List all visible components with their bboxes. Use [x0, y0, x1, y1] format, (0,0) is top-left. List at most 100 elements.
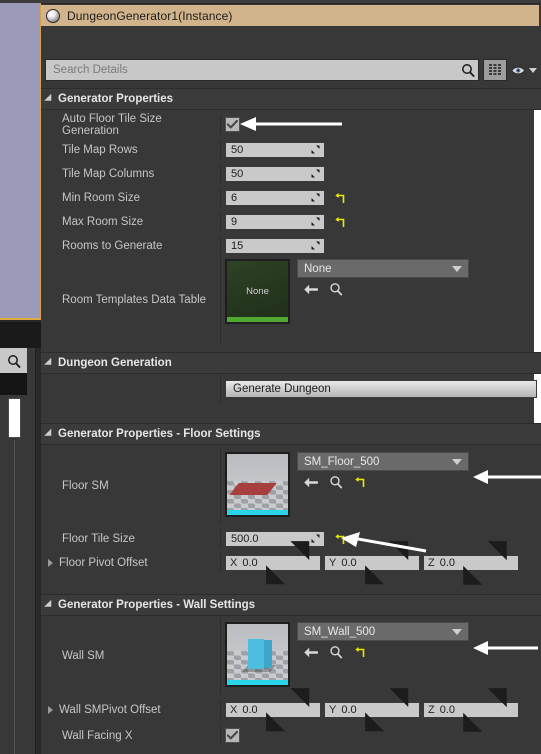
asset-picker-actions: [297, 471, 469, 493]
thumbnail-room-templates-data-table[interactable]: None: [225, 259, 290, 324]
use-selected-asset-icon[interactable]: [303, 476, 318, 489]
generate-dungeon-label: Generate Dungeon: [233, 383, 331, 395]
visibility-button[interactable]: [511, 59, 537, 81]
spinner-arrows-icon: [311, 241, 320, 250]
thumbnail-wall-mesh: [247, 638, 264, 670]
category-floor-settings[interactable]: Generator Properties - Floor Settings: [41, 423, 541, 445]
reset-to-default-icon[interactable]: [334, 216, 345, 228]
reset-to-default-icon[interactable]: [354, 476, 365, 488]
value-rooms-to-generate: 15: [231, 239, 244, 252]
row-rooms-to-generate: Rooms to Generate 15: [41, 236, 541, 255]
combo-value: SM_Floor_500: [304, 455, 380, 468]
label-tile-map-columns: Tile Map Columns: [41, 164, 221, 183]
axis-label-z: Z: [428, 703, 435, 716]
search-icon: [462, 64, 475, 77]
input-wall-sm-pivot-offset-y[interactable]: Y 0.0: [324, 687, 420, 732]
checkbox-auto-floor-tile-size-generation[interactable]: [225, 117, 240, 132]
thumbnail-wall-sm[interactable]: [225, 622, 290, 687]
category-dungeon-generation[interactable]: Dungeon Generation: [41, 352, 541, 374]
label-floor-pivot-offset-container[interactable]: Floor Pivot Offset: [41, 553, 221, 572]
search-input[interactable]: Search Details: [45, 59, 479, 81]
value-floor-pivot-offset-y: 0.0: [341, 556, 357, 569]
label-wall-sm-pivot-offset: Wall SMPivot Offset: [59, 703, 161, 716]
value-wall-sm-pivot-offset-y: 0.0: [341, 703, 357, 716]
row-tile-map-columns: Tile Map Columns 50: [41, 164, 541, 183]
category-label: Generator Properties - Floor Settings: [58, 428, 261, 440]
category-generator-properties[interactable]: Generator Properties: [41, 88, 541, 110]
label-min-room-size: Min Room Size: [41, 188, 221, 207]
label-wall-sm-pivot-offset-container[interactable]: Wall SMPivot Offset: [41, 700, 221, 719]
combo-room-templates-data-table[interactable]: None: [297, 259, 469, 278]
row-wall-facing-x: Wall Facing X: [41, 726, 541, 745]
grid-view-icon: [488, 63, 501, 75]
row-floor-sm: Floor SM SM_Floor_500: [41, 448, 541, 524]
eye-icon: [511, 66, 526, 74]
reset-to-default-icon[interactable]: [334, 533, 345, 545]
browse-to-asset-icon[interactable]: [329, 645, 343, 659]
browse-to-asset-icon[interactable]: [329, 282, 343, 296]
spinner-arrows-icon: [311, 193, 320, 202]
asset-picker-wall-sm: SM_Wall_500: [297, 622, 469, 663]
label-wall-facing-x: Wall Facing X: [41, 726, 221, 745]
input-tile-map-columns[interactable]: 50: [225, 165, 325, 182]
input-wall-sm-pivot-offset-x[interactable]: X 0.0: [225, 687, 321, 732]
label-rooms-to-generate: Rooms to Generate: [41, 236, 221, 255]
input-min-room-size[interactable]: 6: [225, 189, 325, 206]
generate-dungeon-button[interactable]: Generate Dungeon: [225, 380, 537, 398]
expand-triangle-icon: [44, 93, 55, 105]
thumbnail-floor-sm[interactable]: [225, 452, 290, 517]
label-floor-sm: Floor SM: [41, 448, 221, 524]
row-room-templates-data-table: Room Templates Data Table None None: [41, 256, 541, 344]
expand-triangle-icon: [44, 428, 55, 440]
value-wall-sm-pivot-offset-x: 0.0: [242, 703, 258, 716]
checkbox-wall-facing-x[interactable]: [225, 728, 240, 743]
details-panel-screenshot: DungeonGenerator1(Instance) Search Detai…: [0, 0, 541, 754]
left-black-strip: [0, 373, 27, 395]
category-wall-settings[interactable]: Generator Properties - Wall Settings: [41, 594, 541, 616]
browse-to-asset-icon[interactable]: [329, 475, 343, 489]
reset-to-default-icon[interactable]: [334, 192, 345, 204]
category-label: Generator Properties - Wall Settings: [58, 599, 256, 611]
input-max-room-size[interactable]: 9: [225, 213, 325, 230]
asset-picker-actions: [297, 641, 469, 663]
grid-view-button[interactable]: [483, 59, 507, 81]
combo-floor-sm[interactable]: SM_Floor_500: [297, 452, 469, 471]
input-floor-pivot-offset-x[interactable]: X 0.0: [225, 540, 321, 585]
check-icon: [227, 120, 238, 129]
input-rooms-to-generate[interactable]: 15: [225, 237, 325, 254]
left-top-divider: [0, 0, 41, 3]
label-generate-dungeon-empty: [41, 375, 221, 403]
axis-label-x: X: [230, 703, 238, 716]
label-tile-map-rows: Tile Map Rows: [41, 140, 221, 159]
value-floor-pivot-offset-z: 0.0: [439, 556, 456, 569]
chevron-down-icon: [452, 265, 462, 272]
reset-to-default-icon[interactable]: [354, 646, 365, 658]
input-floor-pivot-offset-z[interactable]: Z 0.0: [423, 540, 519, 585]
selected-actor-bar[interactable]: DungeonGenerator1(Instance): [41, 5, 539, 26]
left-scrollbar-track[interactable]: [14, 440, 15, 754]
input-tile-map-rows[interactable]: 50: [225, 141, 325, 158]
actor-name-label: DungeonGenerator1(Instance): [67, 8, 233, 23]
left-dark-gap: [0, 322, 41, 348]
chevron-down-icon: [452, 628, 462, 635]
input-floor-pivot-offset-y[interactable]: Y 0.0: [324, 540, 420, 585]
label-floor-tile-size: Floor Tile Size: [41, 529, 221, 548]
axis-label-y: Y: [329, 703, 337, 716]
left-search-button[interactable]: [0, 348, 27, 373]
expand-triangle-icon: [44, 357, 55, 369]
combo-wall-sm[interactable]: SM_Wall_500: [297, 622, 469, 641]
input-wall-sm-pivot-offset-z[interactable]: Z 0.0: [423, 687, 519, 732]
use-selected-asset-icon[interactable]: [303, 646, 318, 659]
search-placeholder: Search Details: [53, 64, 128, 76]
asset-picker-room-templates-data-table: None: [297, 259, 469, 300]
row-floor-pivot-offset: Floor Pivot Offset X 0.0 Y 0.0 Z 0.0: [41, 540, 541, 585]
panel-top-divider: [41, 0, 541, 4]
expand-triangle-icon: [44, 599, 55, 611]
use-selected-asset-icon[interactable]: [303, 283, 318, 296]
label-max-room-size: Max Room Size: [41, 212, 221, 231]
value-wall-sm-pivot-offset-z: 0.0: [439, 703, 456, 716]
thumbnail-accent-bar: [227, 510, 288, 515]
spinner-arrows-icon: [311, 145, 320, 154]
left-scrollbar-thumb[interactable]: [8, 398, 21, 438]
value-tile-map-columns: 50: [231, 167, 244, 180]
